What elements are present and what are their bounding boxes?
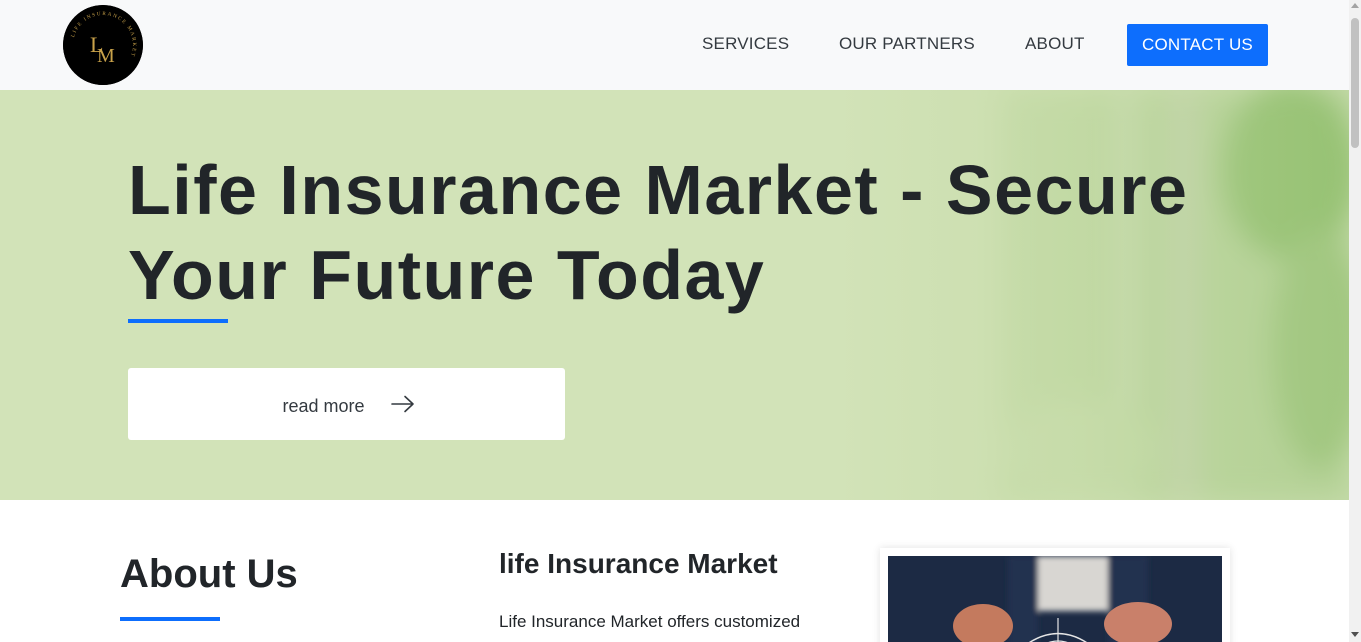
about-image	[888, 556, 1222, 642]
nav-link-services[interactable]: SERVICES	[702, 34, 789, 54]
navbar: LIFE INSURANCE MARKET L M SERVICES OUR P…	[0, 0, 1349, 90]
arrow-right-icon	[390, 395, 414, 413]
about-heading-underline	[120, 617, 220, 621]
about-subheading: life Insurance Market	[499, 548, 778, 579]
about-image-card	[880, 548, 1230, 642]
contact-us-button[interactable]: CONTACT US	[1127, 24, 1268, 66]
svg-text:M: M	[97, 45, 115, 67]
nav-link-partners[interactable]: OUR PARTNERS	[839, 34, 975, 54]
logo-emblem-icon: LIFE INSURANCE MARKET L M	[63, 5, 143, 85]
read-more-button[interactable]: read more	[128, 368, 565, 440]
hands-globe-image	[888, 556, 1222, 642]
about-heading: About Us	[120, 552, 298, 596]
hero-title-underline	[128, 319, 228, 323]
logo[interactable]: LIFE INSURANCE MARKET L M	[63, 5, 143, 85]
scrollbar-thumb[interactable]	[1351, 18, 1359, 148]
scroll-up-arrow-icon[interactable]	[1351, 3, 1359, 8]
nav-link-about[interactable]: ABOUT	[1025, 34, 1085, 54]
about-paragraph: Life Insurance Market offers customized	[499, 612, 801, 631]
hero-section: Life Insurance Market - Secure Your Futu…	[0, 90, 1349, 500]
scroll-down-arrow-icon[interactable]	[1351, 632, 1359, 637]
vertical-scrollbar[interactable]	[1349, 0, 1361, 642]
read-more-label: read more	[282, 395, 365, 416]
hero-title: Life Insurance Market - Secure Your Futu…	[128, 151, 1189, 314]
